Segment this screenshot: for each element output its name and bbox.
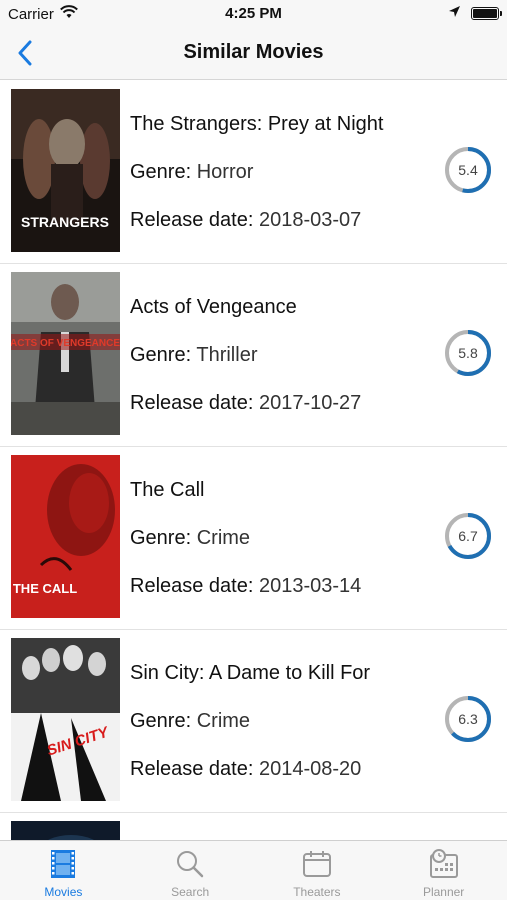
movie-title: The Call xyxy=(130,479,205,501)
genre-label: Genre: xyxy=(130,344,192,366)
tab-theaters[interactable]: Theaters xyxy=(254,841,381,900)
rating-ring: 6.3 xyxy=(443,694,493,744)
release-label: Release date: xyxy=(130,392,254,414)
movie-title: Sin City: A Dame to Kill For xyxy=(130,662,371,684)
genre-value: Horror xyxy=(196,161,254,183)
rating-value: 6.3 xyxy=(458,711,478,727)
tab-movies[interactable]: Movies xyxy=(0,841,127,900)
movie-row[interactable]: THE CALL The Call Genre: Crime Release d… xyxy=(0,447,507,630)
search-icon xyxy=(177,851,204,878)
movie-genre: Genre: Thriller xyxy=(130,344,257,367)
rating-ring: 5.8 xyxy=(443,328,493,378)
release-value: 2014-08-20 xyxy=(258,758,362,780)
movie-title: Acts of Vengeance xyxy=(130,296,297,318)
movie-row-partial[interactable] xyxy=(0,813,507,840)
rating-ring: 6.7 xyxy=(443,511,493,561)
tab-label: Search xyxy=(171,885,210,899)
movie-genre: Genre: Crime xyxy=(130,527,250,550)
release-value: 2017-10-27 xyxy=(258,392,362,414)
movie-genre: Genre: Horror xyxy=(130,161,253,184)
movie-list[interactable]: STRANGERS The Strangers: Prey at Night G… xyxy=(0,81,507,840)
movie-release: Release date: 2013-03-14 xyxy=(130,575,361,598)
svg-text:THE CALL: THE CALL xyxy=(13,581,77,596)
nav-bar: Similar Movies xyxy=(0,28,507,80)
release-label: Release date: xyxy=(130,758,254,780)
ticket-icon xyxy=(302,851,331,877)
movie-row[interactable]: ACTS OF VENGEANCE Acts of Vengeance Genr… xyxy=(0,264,507,447)
status-right xyxy=(448,5,502,22)
tab-label: Movies xyxy=(44,885,83,899)
genre-label: Genre: xyxy=(130,710,192,732)
rating-value: 5.8 xyxy=(458,345,478,361)
calendar-icon xyxy=(429,849,458,878)
genre-label: Genre: xyxy=(130,161,192,183)
genre-value: Crime xyxy=(196,527,251,549)
release-value: 2018-03-07 xyxy=(258,209,362,231)
page-title: Similar Movies xyxy=(183,41,324,63)
film-icon xyxy=(51,850,76,878)
genre-value: Thriller xyxy=(196,344,258,366)
movie-poster: THE CALL xyxy=(11,455,120,618)
rating-value: 5.4 xyxy=(458,162,478,178)
release-label: Release date: xyxy=(130,209,254,231)
battery-icon xyxy=(471,7,502,20)
movie-row[interactable]: STRANGERS The Strangers: Prey at Night G… xyxy=(0,81,507,264)
movie-poster: SIN CITY xyxy=(11,638,120,801)
tab-label: Theaters xyxy=(293,885,341,899)
movie-poster: STRANGERS xyxy=(11,89,120,252)
status-bar: Carrier 4:25 PM xyxy=(0,0,507,28)
movie-row[interactable]: SIN CITY Sin City: A Dame to Kill For Ge… xyxy=(0,630,507,813)
tab-label: Planner xyxy=(422,885,465,899)
svg-text:ACTS OF VENGEANCE: ACTS OF VENGEANCE xyxy=(11,338,120,349)
release-value: 2013-03-14 xyxy=(258,575,362,597)
svg-text:STRANGERS: STRANGERS xyxy=(21,214,109,230)
genre-label: Genre: xyxy=(130,527,192,549)
status-time: 4:25 PM xyxy=(225,5,282,22)
movie-release: Release date: 2018-03-07 xyxy=(130,209,361,232)
location-arrow-icon xyxy=(448,5,461,22)
rating-value: 6.7 xyxy=(458,528,478,544)
tab-bar: Movies Search Theaters Planner xyxy=(0,840,507,900)
tab-planner[interactable]: Planner xyxy=(380,841,507,900)
genre-value: Crime xyxy=(196,710,251,732)
movie-poster xyxy=(11,821,120,840)
tab-search[interactable]: Search xyxy=(127,841,254,900)
movie-title: The Strangers: Prey at Night xyxy=(130,113,384,135)
movie-genre: Genre: Crime xyxy=(130,710,250,733)
rating-ring: 5.4 xyxy=(443,145,493,195)
movie-release: Release date: 2017-10-27 xyxy=(130,392,361,415)
movie-release: Release date: 2014-08-20 xyxy=(130,758,361,781)
release-label: Release date: xyxy=(130,575,254,597)
movie-poster: ACTS OF VENGEANCE xyxy=(11,272,120,435)
